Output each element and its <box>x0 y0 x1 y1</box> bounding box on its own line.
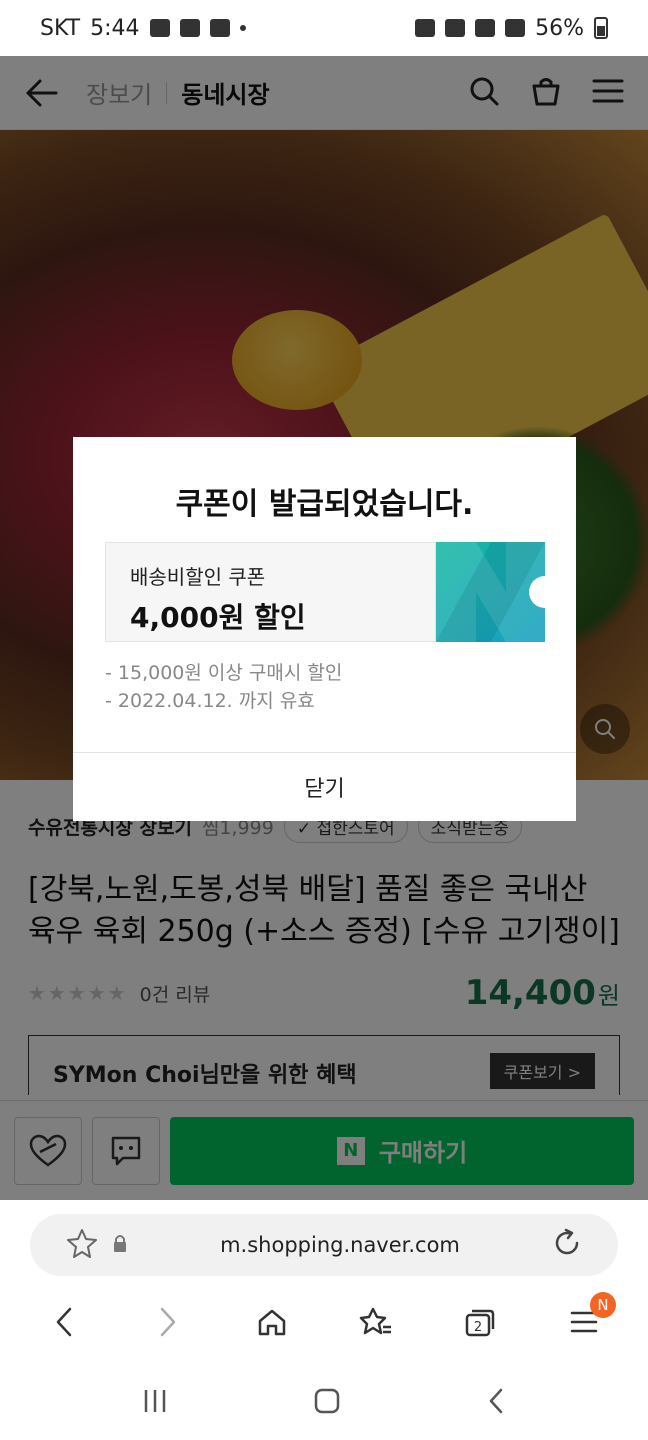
bookmark-star-icon[interactable] <box>66 1228 98 1262</box>
chevron-left-icon <box>56 1307 72 1337</box>
lock-icon <box>112 1233 128 1257</box>
coupon-graphic <box>436 542 545 642</box>
carrier-label: SKT <box>40 15 81 41</box>
wifi-icon <box>475 19 496 37</box>
coupon-conditions: - 15,000원 이상 구매시 할인 - 2022.04.12. 까지 유효 <box>105 659 342 715</box>
dialog-title: 쿠폰이 발급되었습니다. <box>175 487 474 522</box>
browser-forward-button[interactable] <box>142 1296 194 1348</box>
home-button-icon[interactable] <box>313 1387 341 1419</box>
youtube-notification-icon <box>209 19 230 37</box>
chevron-right-icon <box>160 1307 176 1337</box>
recent-apps-icon[interactable] <box>142 1388 168 1418</box>
home-icon <box>258 1309 286 1336</box>
coupon-issued-dialog: 쿠폰이 발급되었습니다. 배송비할인 쿠폰 4,000원 할인 - 15,000… <box>73 437 576 821</box>
browser-bookmarks-button[interactable] <box>350 1296 402 1348</box>
gallery-notification-icon <box>149 19 170 37</box>
dialog-close-button[interactable]: 닫기 <box>73 753 576 821</box>
condition-expiry: - 2022.04.12. 까지 유효 <box>105 690 315 712</box>
gmail-notification-icon <box>179 19 200 37</box>
system-navigation-bar <box>0 1366 648 1440</box>
mute-icon <box>445 19 466 37</box>
battery-icon <box>594 17 608 39</box>
condition-min-purchase: - 15,000원 이상 구매시 할인 <box>105 662 343 684</box>
menu-new-badge: N <box>590 1292 616 1318</box>
browser-toolbar: 2 N <box>0 1290 648 1354</box>
browser-menu-button[interactable]: N <box>558 1292 616 1348</box>
browser-url-bar[interactable]: m.shopping.naver.com <box>30 1214 618 1276</box>
browser-tabs-button[interactable]: 2 <box>454 1296 506 1348</box>
signal-icon <box>505 19 526 37</box>
browser-back-button[interactable] <box>38 1296 90 1348</box>
alarm-icon <box>415 19 436 37</box>
coupon-amount: 4,000원 할인 <box>130 601 306 634</box>
url-text[interactable]: m.shopping.naver.com <box>128 1233 552 1257</box>
system-back-icon[interactable] <box>486 1387 506 1419</box>
time-label: 5:44 <box>90 15 140 41</box>
svg-text:2: 2 <box>474 1320 482 1335</box>
more-notifications-dot-icon <box>239 25 246 31</box>
status-bar: SKT 5:44 56% <box>0 0 648 56</box>
battery-percent: 56% <box>535 15 584 41</box>
tabs-icon: 2 <box>465 1309 495 1337</box>
browser-home-button[interactable] <box>246 1296 298 1348</box>
coupon-name: 배송비할인 쿠폰 <box>130 565 266 589</box>
reload-icon[interactable] <box>552 1228 582 1262</box>
coupon-card: 배송비할인 쿠폰 4,000원 할인 <box>105 542 545 642</box>
bookmarks-list-icon <box>359 1307 391 1335</box>
